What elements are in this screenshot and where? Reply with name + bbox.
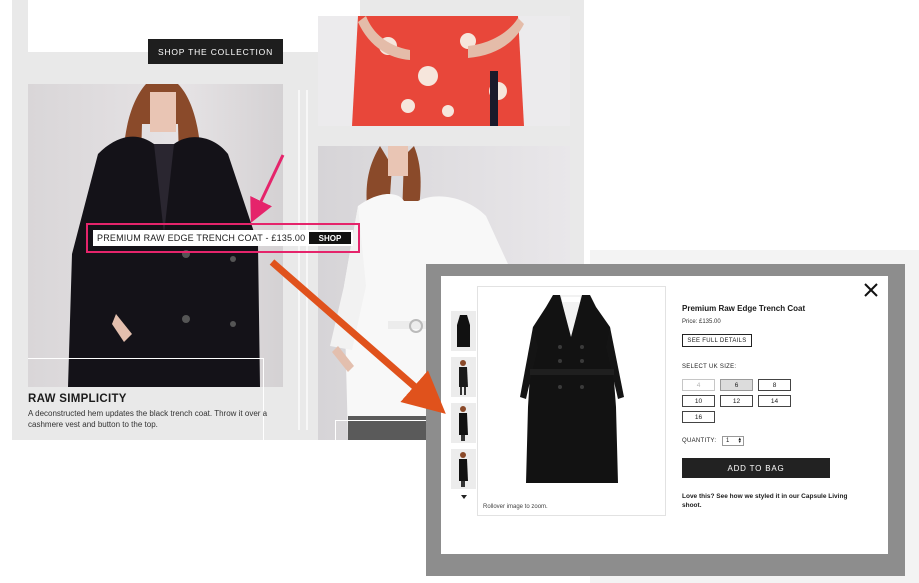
size-option-4: 4 [682,379,715,391]
thumbnail-model-1[interactable] [451,357,476,397]
size-option-8[interactable]: 8 [758,379,791,391]
size-label: SELECT UK SIZE: [682,364,737,370]
close-icon[interactable] [863,282,879,298]
caption-text: A deconstructed hem updates the black tr… [28,409,268,429]
add-to-bag-button[interactable]: ADD TO BAG [682,458,830,478]
size-option-12[interactable]: 12 [720,395,753,407]
thumbnail-model-2[interactable] [451,403,476,443]
thumbnail-model-3[interactable] [451,449,476,489]
product-tag-highlight: PREMIUM RAW EDGE TRENCH COAT - £135.00 S… [86,223,360,253]
select-caret-icon: ▴ ▾ [738,436,741,445]
size-selector: 4 6 8 10 12 14 16 [682,379,797,423]
product-tag[interactable]: PREMIUM RAW EDGE TRENCH COAT - £135.00 S… [93,230,353,246]
product-title: Premium Raw Edge Trench Coat [682,304,806,313]
thumbnail-front[interactable] [451,311,476,351]
product-price: Price: £135.00 [682,319,721,325]
frame-line [335,420,427,440]
thumbnail-list [451,311,476,499]
quick-view-modal: Rollover image to zoom. Premium Raw Edge… [441,276,888,554]
scroll-down-icon[interactable] [460,495,467,499]
frame-line [28,358,263,360]
size-option-6[interactable]: 6 [720,379,753,391]
decor-stripe [298,90,300,430]
decor-stripe [306,90,308,430]
caption-title: RAW SIMPLICITY [28,393,127,405]
zoom-hint: Rollover image to zoom. [483,504,548,510]
shop-collection-button[interactable]: SHOP THE COLLECTION [148,39,283,64]
see-full-details-button[interactable]: SEE FULL DETAILS [682,334,752,347]
quantity-label: QUANTITY: [682,438,717,444]
size-option-14[interactable]: 14 [758,395,791,407]
floral-top-model-photo [318,16,570,126]
capsule-living-link[interactable]: Love this? See how we styled it in our C… [682,492,867,510]
product-main-image[interactable]: Rollover image to zoom. [477,286,666,516]
tag-shop-button[interactable]: SHOP [309,232,351,244]
quantity-select[interactable]: 1 ▴ ▾ [722,436,744,446]
size-option-10[interactable]: 10 [682,395,715,407]
product-tag-label: PREMIUM RAW EDGE TRENCH COAT - £135.00 [97,233,306,243]
quantity-value: 1 [726,438,730,444]
size-option-16[interactable]: 16 [682,411,715,423]
